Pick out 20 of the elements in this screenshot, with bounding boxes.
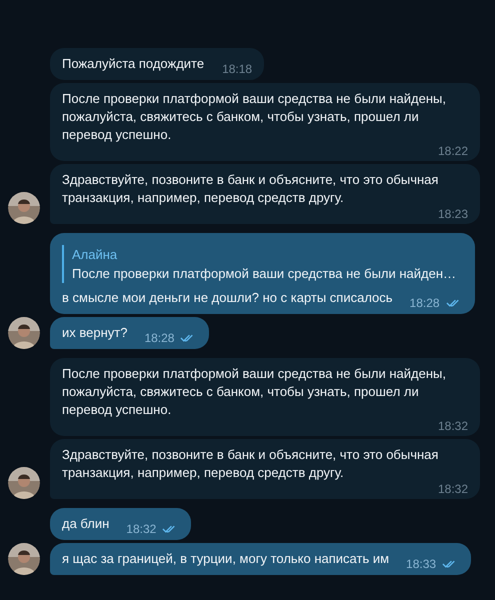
- message-time: 18:28: [144, 331, 174, 345]
- message-text: Пожалуйста подождите: [62, 56, 204, 71]
- message-text: их вернут?: [62, 325, 128, 340]
- message-text: После проверки платформой ваши средства не были найдены, пожалуйста, свяжитесь с банком, чтобы узнать, прошел ли перевод успешно.: [62, 91, 446, 142]
- message-text: Здравствуйте, позвоните в банк и объясните, что это обычная транзакция, например, перевод средств другу.: [62, 447, 438, 480]
- message-time: 18:32: [438, 419, 468, 433]
- message-time: 18:23: [438, 207, 468, 221]
- reply-text: После проверки платформой ваши средства не были найден…: [72, 265, 458, 283]
- message-time: 18:28: [410, 296, 440, 310]
- message-text: да блин: [62, 516, 110, 531]
- message-time: 18:22: [438, 144, 468, 158]
- message-time: 18:18: [222, 62, 252, 76]
- message-text: в смысле мои деньги не дошли? но с карты списалось: [62, 290, 393, 305]
- message-time: 18:32: [438, 482, 468, 496]
- reply-author: Алайна: [72, 246, 118, 264]
- message-text: Здравствуйте, позвоните в банк и объясните, что это обычная транзакция, например, перевод средств другу.: [62, 172, 438, 205]
- message-text: После проверки платформой ваши средства не были найдены, пожалуйста, свяжитесь с банком, чтобы узнать, прошел ли перевод успешно.: [62, 366, 446, 417]
- message-time: 18:33: [406, 557, 436, 571]
- message-text: я щас за границей, в турции, могу только написать им: [62, 551, 390, 566]
- message-time: 18:32: [126, 522, 156, 536]
